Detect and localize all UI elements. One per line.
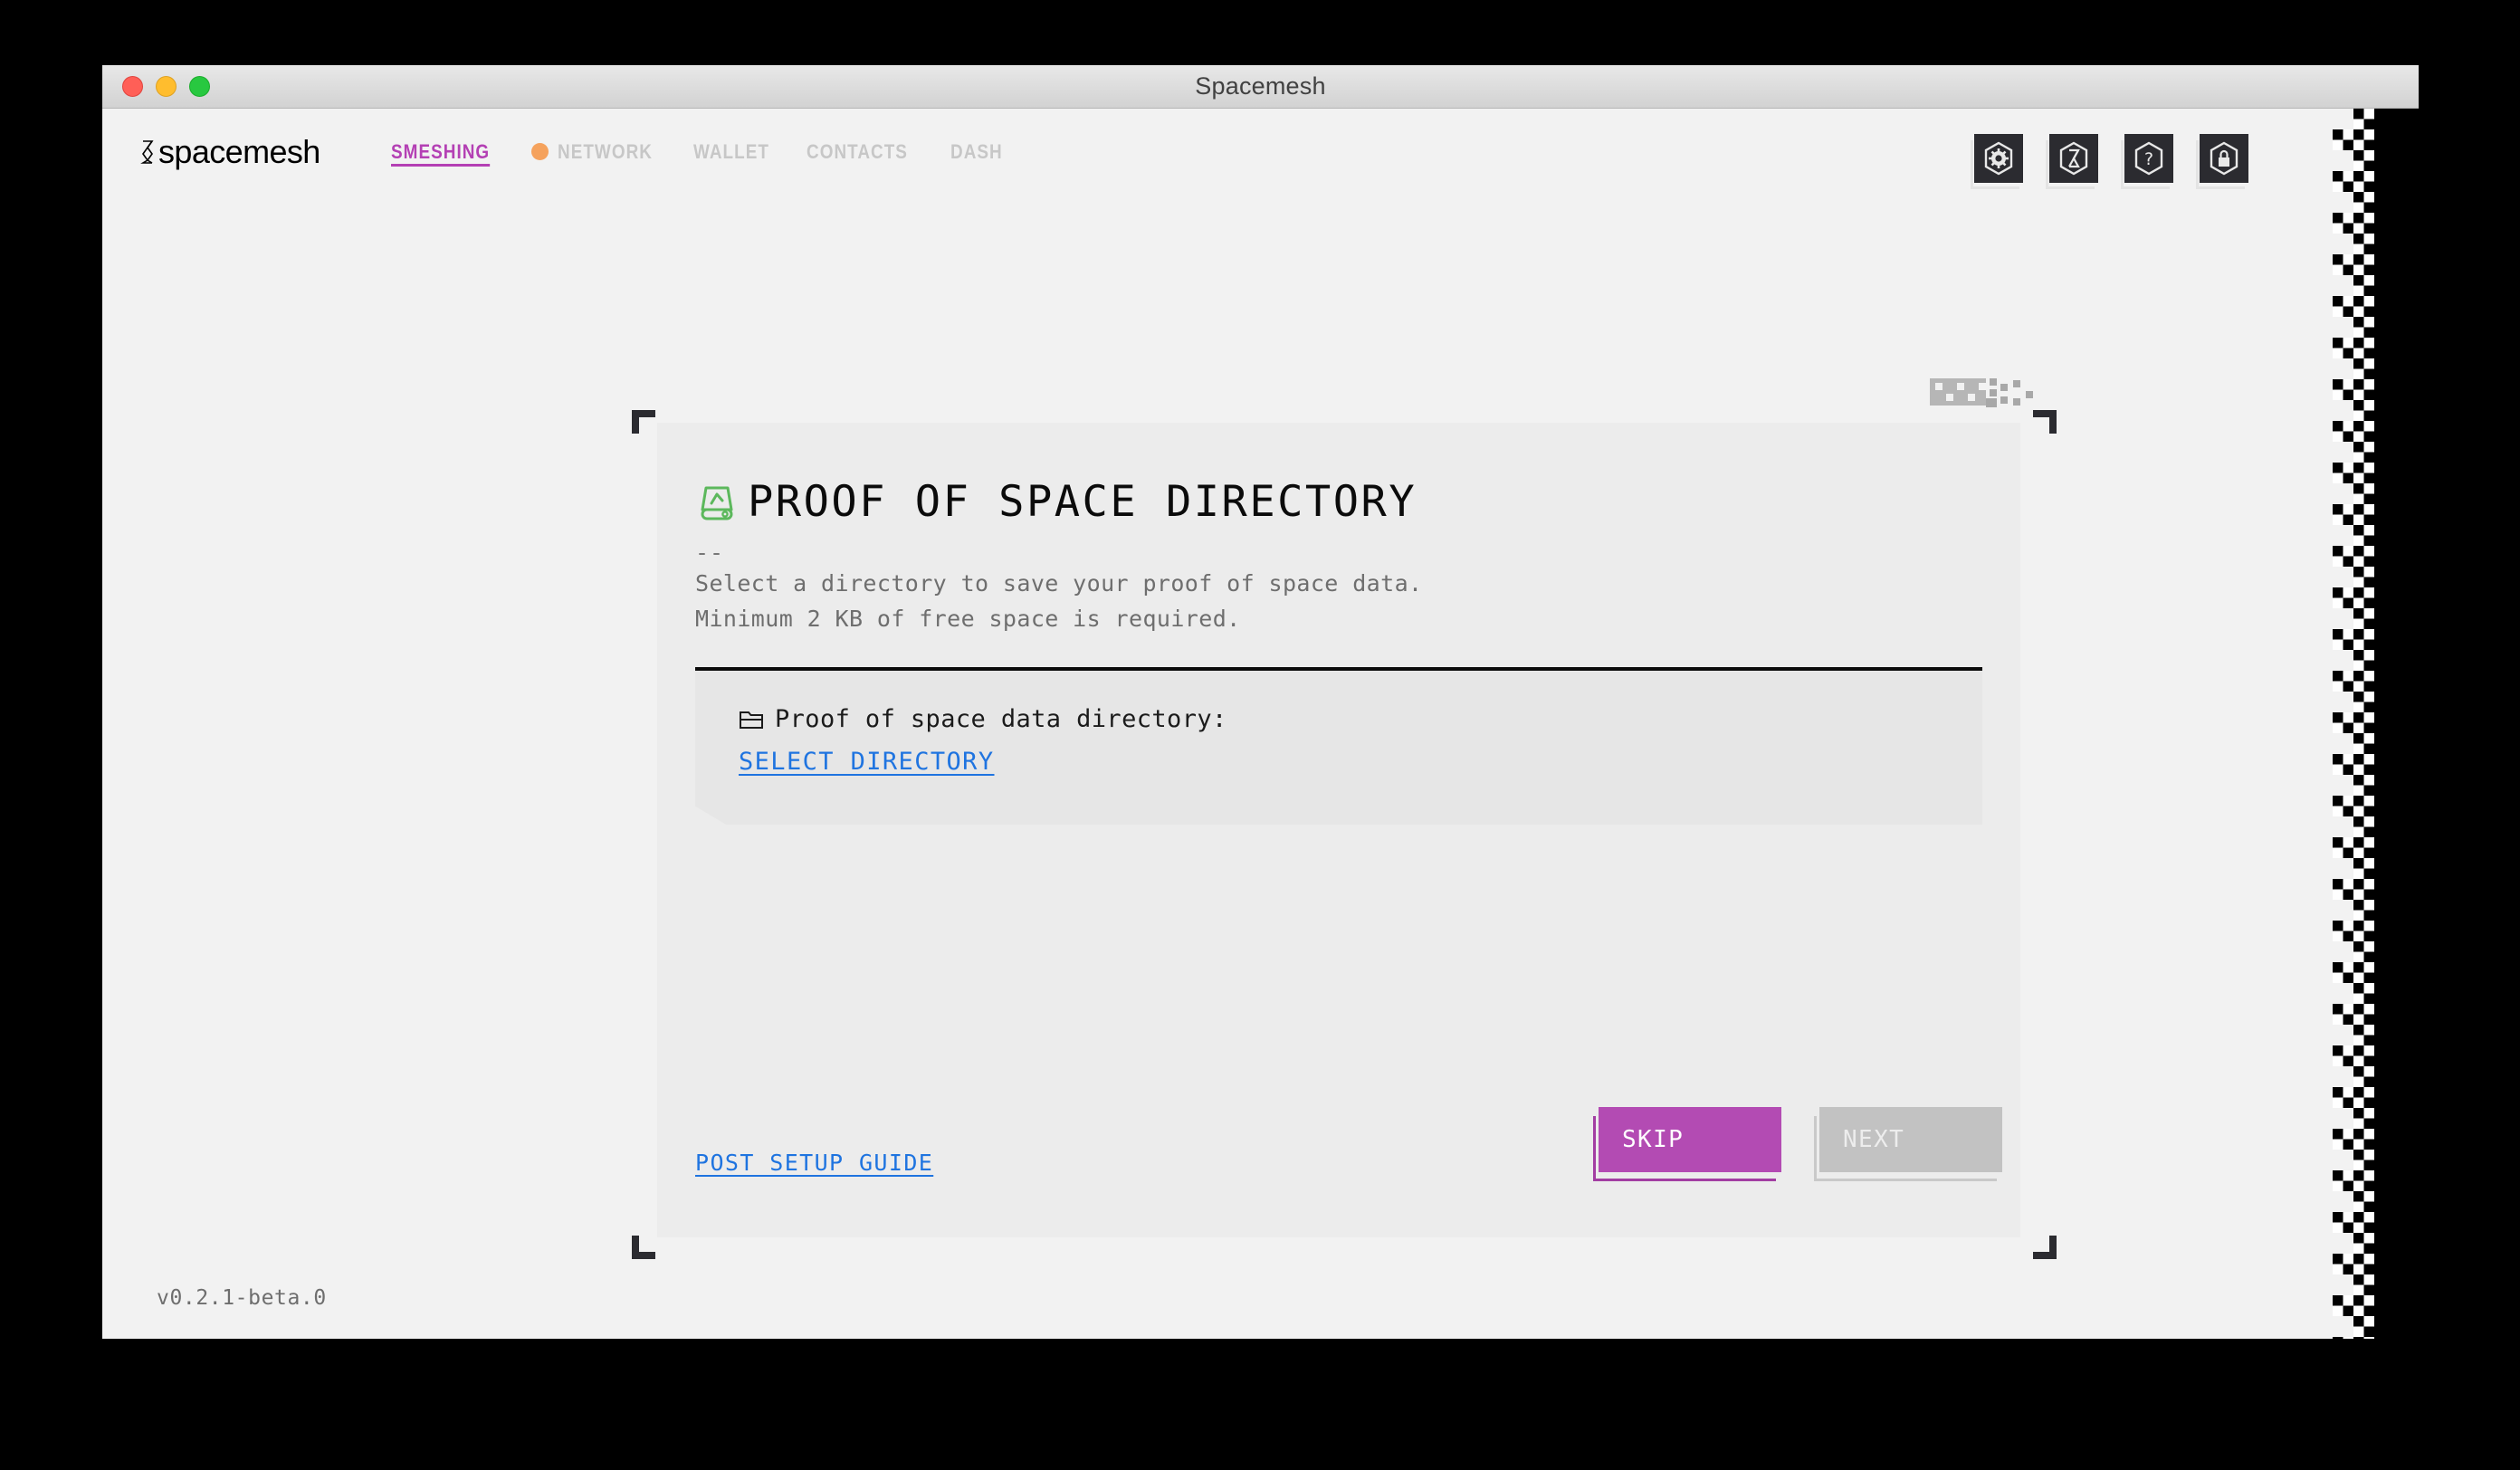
card-actions: SKIP NEXT	[1593, 1107, 2002, 1183]
brand-name: spacemesh	[158, 132, 320, 170]
app-window: Spacemesh spacemesh SMESHING NETWORK WAL…	[102, 65, 2419, 1339]
hourglass-icon	[2059, 141, 2088, 176]
edge-checker-fade	[2326, 109, 2353, 1339]
help-button[interactable]: ?	[2121, 134, 2173, 189]
lock-button-face	[2200, 134, 2248, 183]
header-tool-buttons: ?	[1971, 134, 2248, 189]
lock-icon	[2210, 141, 2238, 176]
pixel-decoration	[1930, 378, 2040, 407]
window-title: Spacemesh	[1195, 72, 1326, 100]
nav-item-smeshing[interactable]: SMESHING	[391, 140, 490, 164]
settings-button[interactable]	[1971, 134, 2023, 189]
question-icon: ?	[2134, 141, 2163, 176]
network-status-dot	[530, 143, 549, 160]
next-button-label: NEXT	[1819, 1107, 2002, 1172]
network-button[interactable]	[2046, 134, 2098, 189]
skip-button-label: SKIP	[1599, 1107, 1781, 1172]
svg-text:?: ?	[2144, 149, 2153, 169]
folder-icon	[740, 711, 763, 729]
directory-label: Proof of space data directory:	[775, 705, 1227, 733]
card-footer: POST SETUP GUIDE SKIP NEXT	[657, 1083, 2020, 1237]
window-titlebar: Spacemesh	[102, 65, 2419, 109]
app-header: spacemesh SMESHING NETWORK WALLET CONTAC…	[102, 109, 2362, 195]
card-description-line2: Minimum 2 KB of free space is required.	[695, 606, 1241, 632]
version-label: v0.2.1-beta.0	[157, 1286, 327, 1310]
card-description-line1: Select a directory to save your proof of…	[695, 570, 1423, 597]
spacemesh-hourglass-icon	[140, 139, 154, 164]
card-header: PROOF OF SPACE DIRECTORY	[657, 423, 2020, 527]
network-button-face	[2049, 134, 2098, 183]
nav-item-contacts[interactable]: CONTACTS	[807, 140, 908, 164]
app-body: spacemesh SMESHING NETWORK WALLET CONTAC…	[102, 109, 2419, 1339]
hard-drive-mining-icon	[701, 486, 733, 520]
nav-item-dash[interactable]: DASH	[950, 140, 1003, 164]
settings-button-face	[1974, 134, 2023, 183]
page-title: PROOF OF SPACE DIRECTORY	[748, 477, 1418, 527]
nav-item-wallet[interactable]: WALLET	[693, 140, 769, 164]
card-corner-bracket-br	[2033, 1236, 2057, 1259]
nav-item-network[interactable]: NETWORK	[558, 140, 653, 164]
gear-icon	[1984, 141, 2013, 176]
directory-label-row: Proof of space data directory:	[739, 705, 1982, 733]
title-divider-dashes: --	[695, 539, 725, 566]
select-directory-link[interactable]: SELECT DIRECTORY	[739, 748, 995, 776]
post-setup-guide-link[interactable]: POST SETUP GUIDE	[695, 1150, 933, 1176]
main-nav: SMESHING NETWORK WALLET CONTACTS DASH	[391, 140, 1036, 164]
section-divider	[695, 667, 1982, 671]
lock-button[interactable]	[2196, 134, 2248, 189]
help-button-face: ?	[2124, 134, 2173, 183]
directory-panel: Proof of space data directory: SELECT DI…	[695, 671, 1982, 825]
card-corner-bracket-bl	[632, 1236, 655, 1259]
brand-logo: spacemesh	[140, 133, 320, 171]
proof-of-space-card: PROOF OF SPACE DIRECTORY -- Select a dir…	[657, 423, 2020, 1237]
card-corner-bracket-tl	[632, 410, 655, 434]
skip-button[interactable]: SKIP	[1593, 1107, 1781, 1183]
next-button[interactable]: NEXT	[1814, 1107, 2002, 1183]
card-corner-bracket-tr	[2033, 410, 2057, 434]
